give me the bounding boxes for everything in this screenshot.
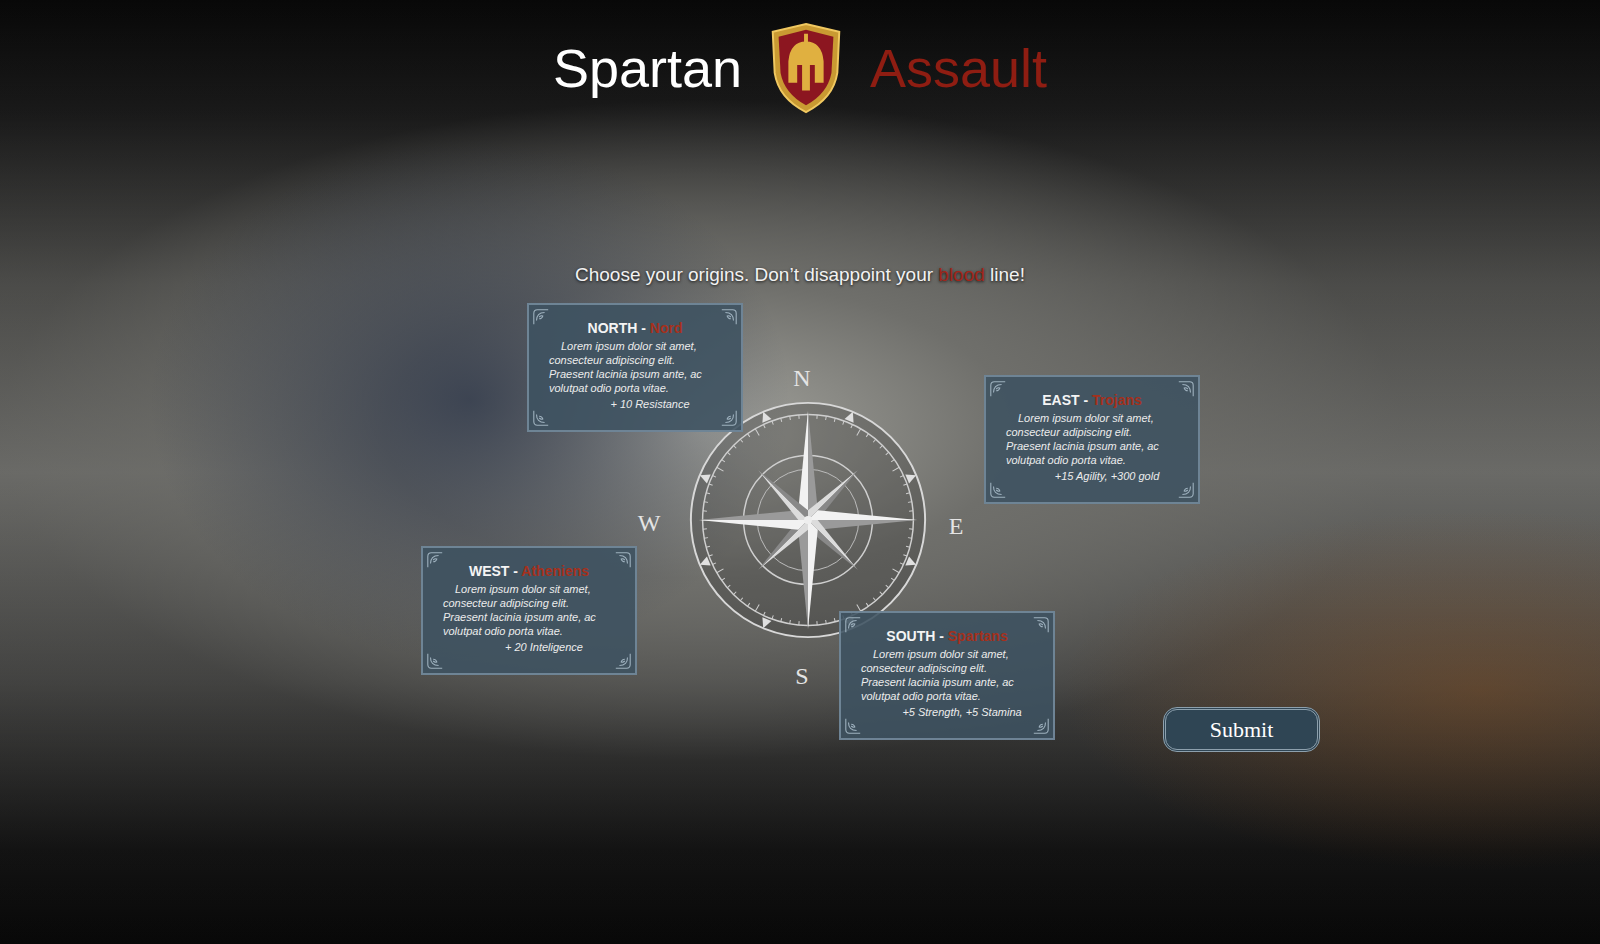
corner-ornament-icon — [532, 409, 550, 427]
corner-ornament-icon — [989, 481, 1007, 499]
origin-prompt: Choose your origins. Don’t disappoint yo… — [575, 264, 1025, 286]
corner-ornament-icon — [844, 717, 862, 735]
game-title: Spartan Assault — [553, 22, 1047, 114]
compass-north-label: N — [787, 364, 817, 392]
corner-ornament-icon — [720, 308, 738, 326]
origin-bonus: +15 Agility, +300 gold — [1006, 469, 1178, 483]
origin-bonus: +5 Strength, +5 Stamina — [861, 705, 1033, 719]
origin-card[interactable]: WEST - Atheniens Lorem ipsum dolor sit a… — [421, 546, 637, 675]
submit-button[interactable]: Submit — [1163, 707, 1320, 752]
origin-faction: Spartans — [948, 628, 1008, 644]
corner-ornament-icon — [1032, 616, 1050, 634]
spartan-helmet-shield-icon — [768, 22, 844, 114]
origin-heading: SOUTH - Spartans — [861, 627, 1033, 645]
compass-west-label: W — [634, 509, 664, 537]
origin-description: Lorem ipsum dolor sit amet, consecteur a… — [861, 647, 1033, 703]
corner-ornament-icon — [614, 652, 632, 670]
corner-ornament-icon — [426, 551, 444, 569]
origin-faction: Nord — [650, 320, 683, 336]
origin-heading: EAST - Trojans — [1006, 391, 1178, 409]
origin-description: Lorem ipsum dolor sit amet, consecteur a… — [549, 339, 721, 395]
origin-card[interactable]: SOUTH - Spartans Lorem ipsum dolor sit a… — [839, 611, 1055, 740]
compass-south-label: S — [787, 662, 817, 690]
origin-description: Lorem ipsum dolor sit amet, consecteur a… — [443, 582, 615, 638]
header: Spartan Assault Choose your origins. Don… — [0, 0, 1600, 286]
game-screen: Spartan Assault Choose your origins. Don… — [0, 0, 1600, 944]
origin-map: N E S W NORTH - Nord Lorem ipsum dolor s… — [0, 0, 1600, 944]
title-right: Assault — [870, 41, 1047, 95]
corner-ornament-icon — [614, 551, 632, 569]
corner-ornament-icon — [532, 308, 550, 326]
origin-bonus: + 20 Inteligence — [443, 640, 615, 654]
origin-description: Lorem ipsum dolor sit amet, consecteur a… — [1006, 411, 1178, 467]
origin-card[interactable]: NORTH - Nord Lorem ipsum dolor sit amet,… — [527, 303, 743, 432]
corner-ornament-icon — [1032, 717, 1050, 735]
origin-card[interactable]: EAST - Trojans Lorem ipsum dolor sit ame… — [984, 375, 1200, 504]
corner-ornament-icon — [1177, 380, 1195, 398]
origin-faction: Trojans — [1092, 392, 1142, 408]
corner-ornament-icon — [426, 652, 444, 670]
corner-ornament-icon — [720, 409, 738, 427]
compass-rose-icon — [686, 398, 930, 642]
corner-ornament-icon — [844, 616, 862, 634]
corner-ornament-icon — [1177, 481, 1195, 499]
corner-ornament-icon — [989, 380, 1007, 398]
origin-heading: WEST - Atheniens — [443, 562, 615, 580]
origin-bonus: + 10 Resistance — [549, 397, 721, 411]
origin-faction: Atheniens — [521, 563, 589, 579]
title-left: Spartan — [553, 41, 742, 95]
prompt-highlight: blood — [938, 264, 985, 285]
origin-heading: NORTH - Nord — [549, 319, 721, 337]
compass-east-label: E — [941, 512, 971, 540]
